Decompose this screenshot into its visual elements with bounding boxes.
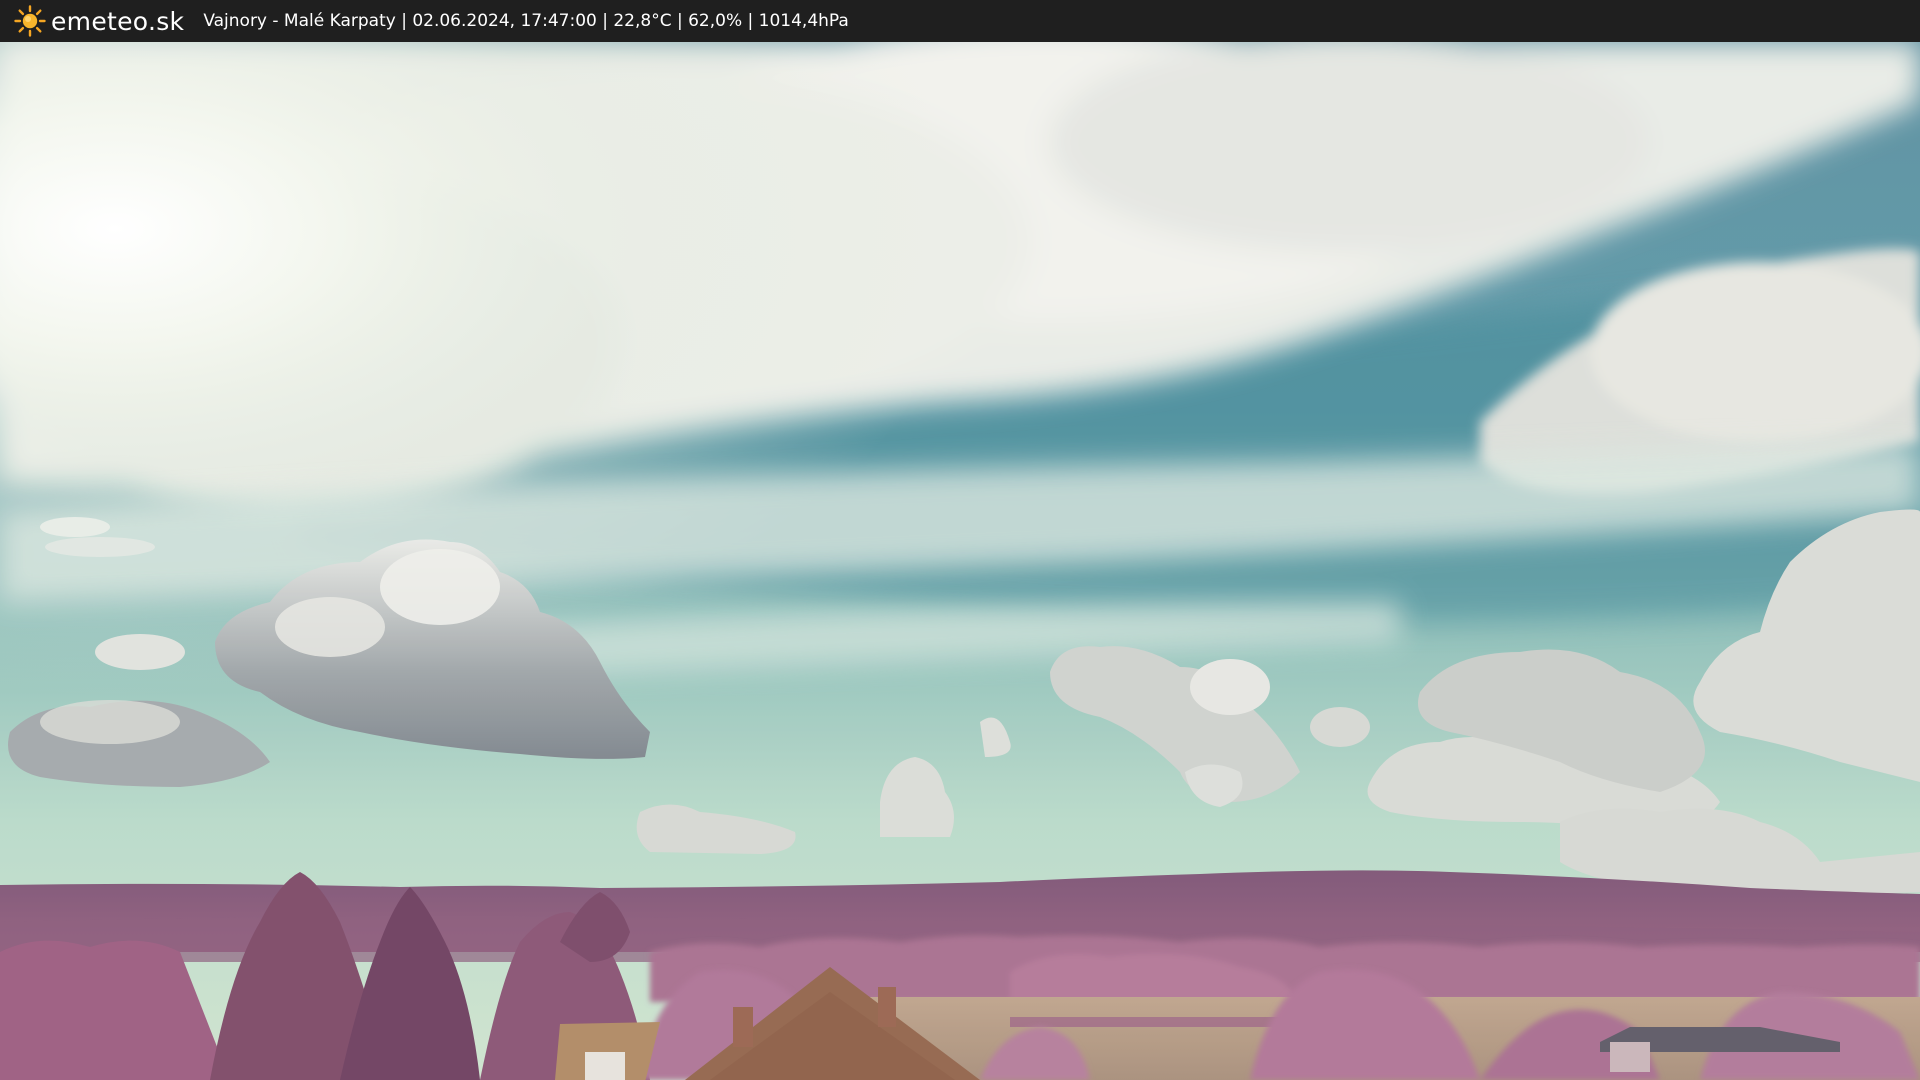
webcam-image — [0, 42, 1920, 1080]
station-caption: Vajnory - Malé Karpaty | 02.06.2024, 17:… — [203, 11, 849, 31]
brand-name: emeteo.sk — [51, 6, 185, 36]
webcam-frame: emeteo.sk Vajnory - Malé Karpaty | 02.06… — [0, 0, 1920, 1080]
sun-icon — [14, 5, 46, 37]
caption-bar: emeteo.sk Vajnory - Malé Karpaty | 02.06… — [0, 0, 1920, 42]
brand-logo: emeteo.sk — [14, 0, 184, 42]
